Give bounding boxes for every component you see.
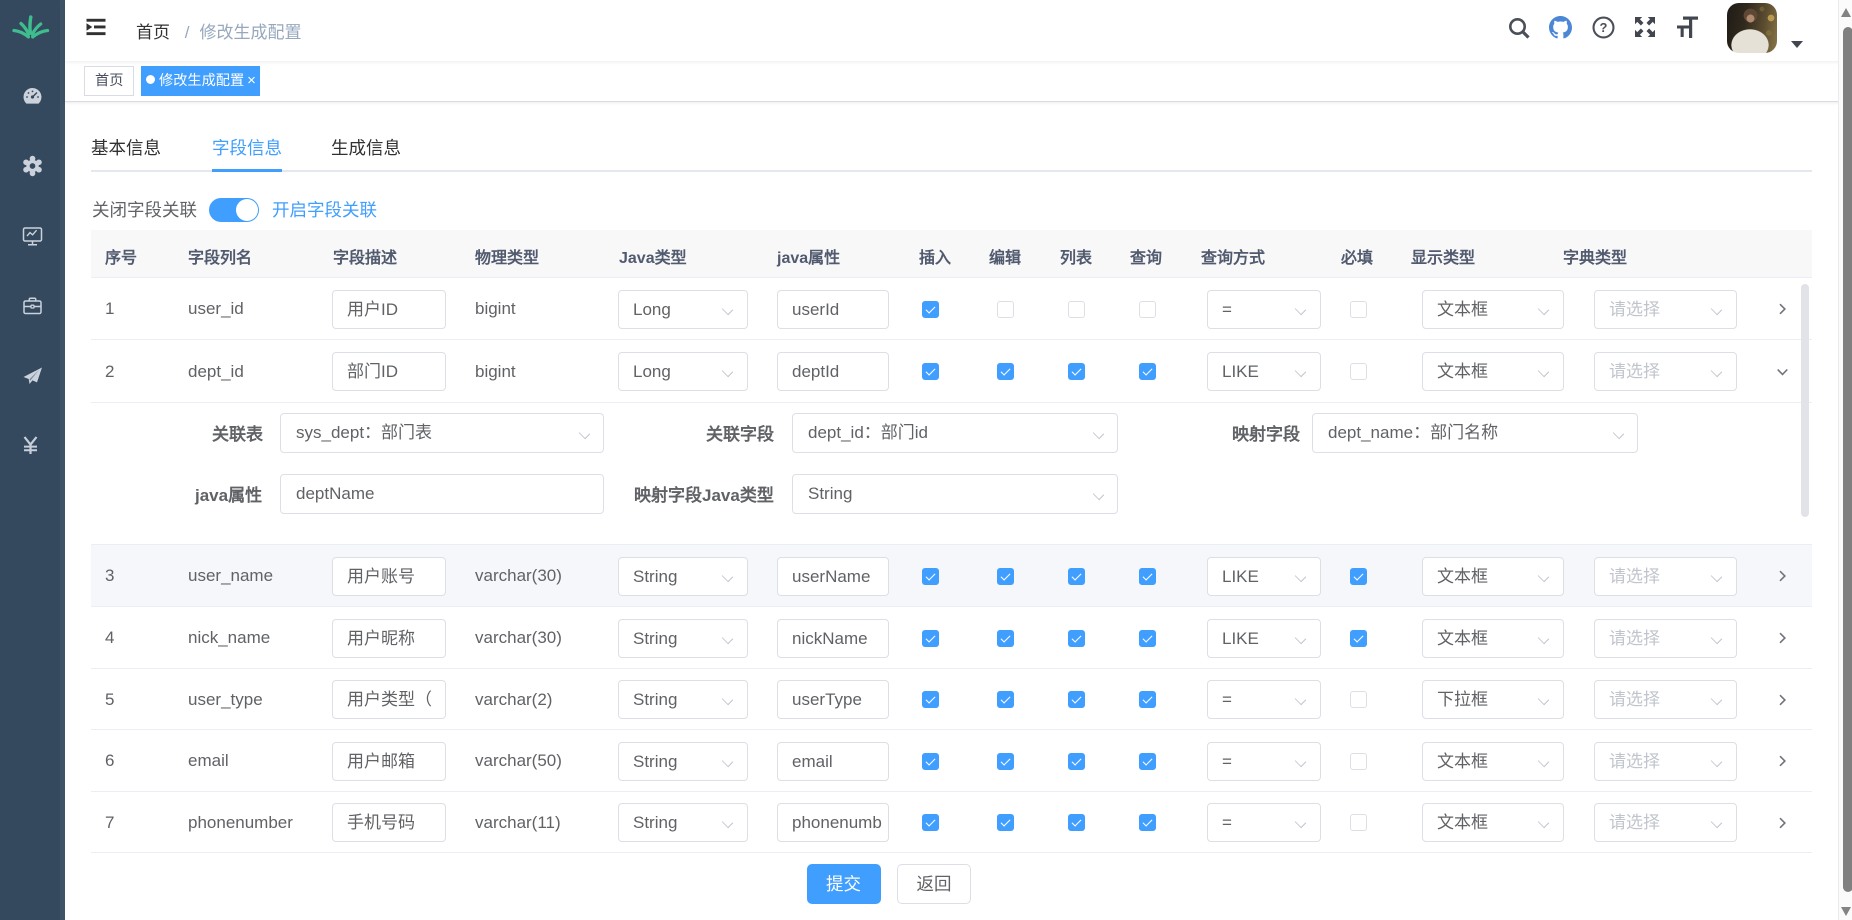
svg-text:?: ? bbox=[1600, 20, 1608, 35]
